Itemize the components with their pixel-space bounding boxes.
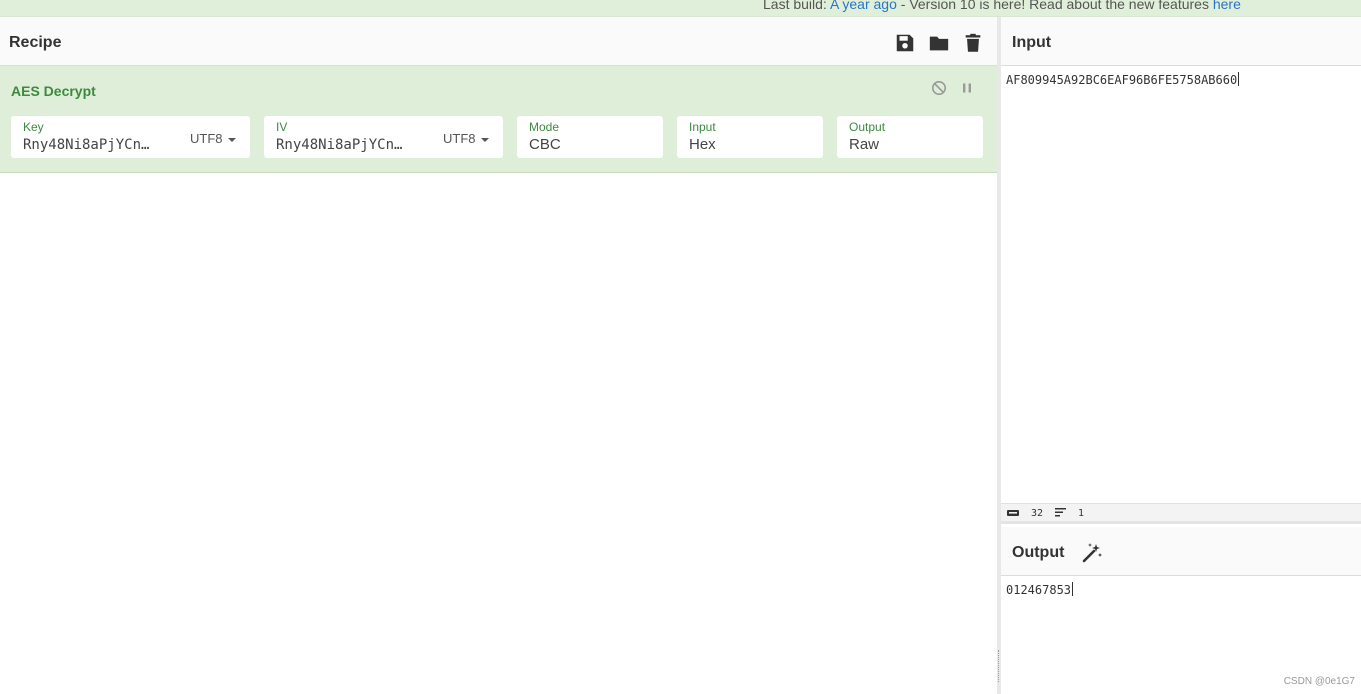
input-format-value[interactable]: Hex xyxy=(689,136,716,153)
folder-icon[interactable] xyxy=(928,32,950,54)
input-pane: Input AF809945A92BC6EAF96B6FE5758AB660 3… xyxy=(1001,17,1361,527)
top-banner: Last build: A year ago - Version 10 is h… xyxy=(0,0,1361,17)
iv-encoding-dropdown[interactable]: UTF8 xyxy=(443,131,489,146)
output-format-label: Output xyxy=(849,120,886,134)
key-encoding-dropdown[interactable]: UTF8 xyxy=(190,131,236,146)
mode-value[interactable]: CBC xyxy=(529,136,561,153)
lines-stat: 1 xyxy=(1055,508,1084,519)
output-format-select[interactable]: Output Raw xyxy=(837,116,983,158)
magic-wand-icon[interactable] xyxy=(1081,542,1103,564)
text-cursor xyxy=(1072,582,1074,596)
trash-icon[interactable] xyxy=(962,32,984,54)
watermark: CSDN @0e1G7 xyxy=(1283,676,1355,687)
input-title: Input xyxy=(1012,34,1052,51)
key-label: Key xyxy=(23,120,44,134)
banner-text: Last build: A year ago - Version 10 is h… xyxy=(763,0,1241,12)
resize-grip[interactable] xyxy=(998,650,1000,682)
output-text: 012467853 xyxy=(1006,583,1072,597)
output-textarea[interactable]: 012467853 xyxy=(1006,582,1074,597)
output-header: Output xyxy=(1001,527,1361,576)
mode-label: Mode xyxy=(529,120,560,134)
output-pane: Output 012467853 xyxy=(1001,527,1361,694)
iv-label: IV xyxy=(276,120,288,134)
banner-prefix: Last build: xyxy=(763,0,830,12)
features-link[interactable]: here xyxy=(1213,0,1241,12)
iv-encoding-value: UTF8 xyxy=(443,131,476,146)
operation-title: AES Decrypt xyxy=(11,83,96,99)
length-value: 32 xyxy=(1031,508,1044,519)
input-format-select[interactable]: Input Hex xyxy=(677,116,823,158)
recipe-title: Recipe xyxy=(9,34,62,51)
key-value[interactable]: Rny48Ni8aPjYCn… xyxy=(23,137,149,153)
input-format-label: Input xyxy=(689,120,716,134)
key-encoding-value: UTF8 xyxy=(190,131,223,146)
operation-aes-decrypt[interactable]: AES Decrypt Key Rny48Ni8aPjYCn… UTF8 IV … xyxy=(0,66,997,173)
mode-select[interactable]: Mode CBC xyxy=(517,116,663,158)
chevron-down-icon xyxy=(227,137,236,142)
input-statusbar: 32 1 xyxy=(1001,503,1361,524)
save-icon[interactable] xyxy=(894,32,916,54)
banner-message: - Version 10 is here! Read about the new… xyxy=(896,0,1213,12)
input-textarea[interactable]: AF809945A92BC6EAF96B6FE5758AB660 xyxy=(1006,72,1240,87)
text-cursor xyxy=(1238,72,1240,86)
disable-icon[interactable] xyxy=(931,80,947,96)
breakpoint-icon[interactable] xyxy=(959,80,975,96)
length-stat: 32 xyxy=(1007,508,1043,519)
input-text: AF809945A92BC6EAF96B6FE5758AB660 xyxy=(1006,73,1238,87)
lines-icon xyxy=(1055,508,1066,517)
iv-value[interactable]: Rny48Ni8aPjYCn… xyxy=(276,137,402,153)
abc-icon xyxy=(1007,510,1019,516)
lines-value: 1 xyxy=(1078,508,1085,519)
recipe-pane: Recipe AES Decrypt Key Rny48Ni8aPjYCn… U… xyxy=(0,17,997,694)
chevron-down-icon xyxy=(480,137,489,142)
output-format-value[interactable]: Raw xyxy=(849,136,879,153)
key-field[interactable]: Key Rny48Ni8aPjYCn… UTF8 xyxy=(11,116,250,158)
output-title: Output xyxy=(1012,544,1065,561)
build-age-link[interactable]: A year ago xyxy=(830,0,897,12)
input-header: Input xyxy=(1001,17,1361,66)
recipe-header: Recipe xyxy=(0,17,997,66)
iv-field[interactable]: IV Rny48Ni8aPjYCn… UTF8 xyxy=(264,116,503,158)
